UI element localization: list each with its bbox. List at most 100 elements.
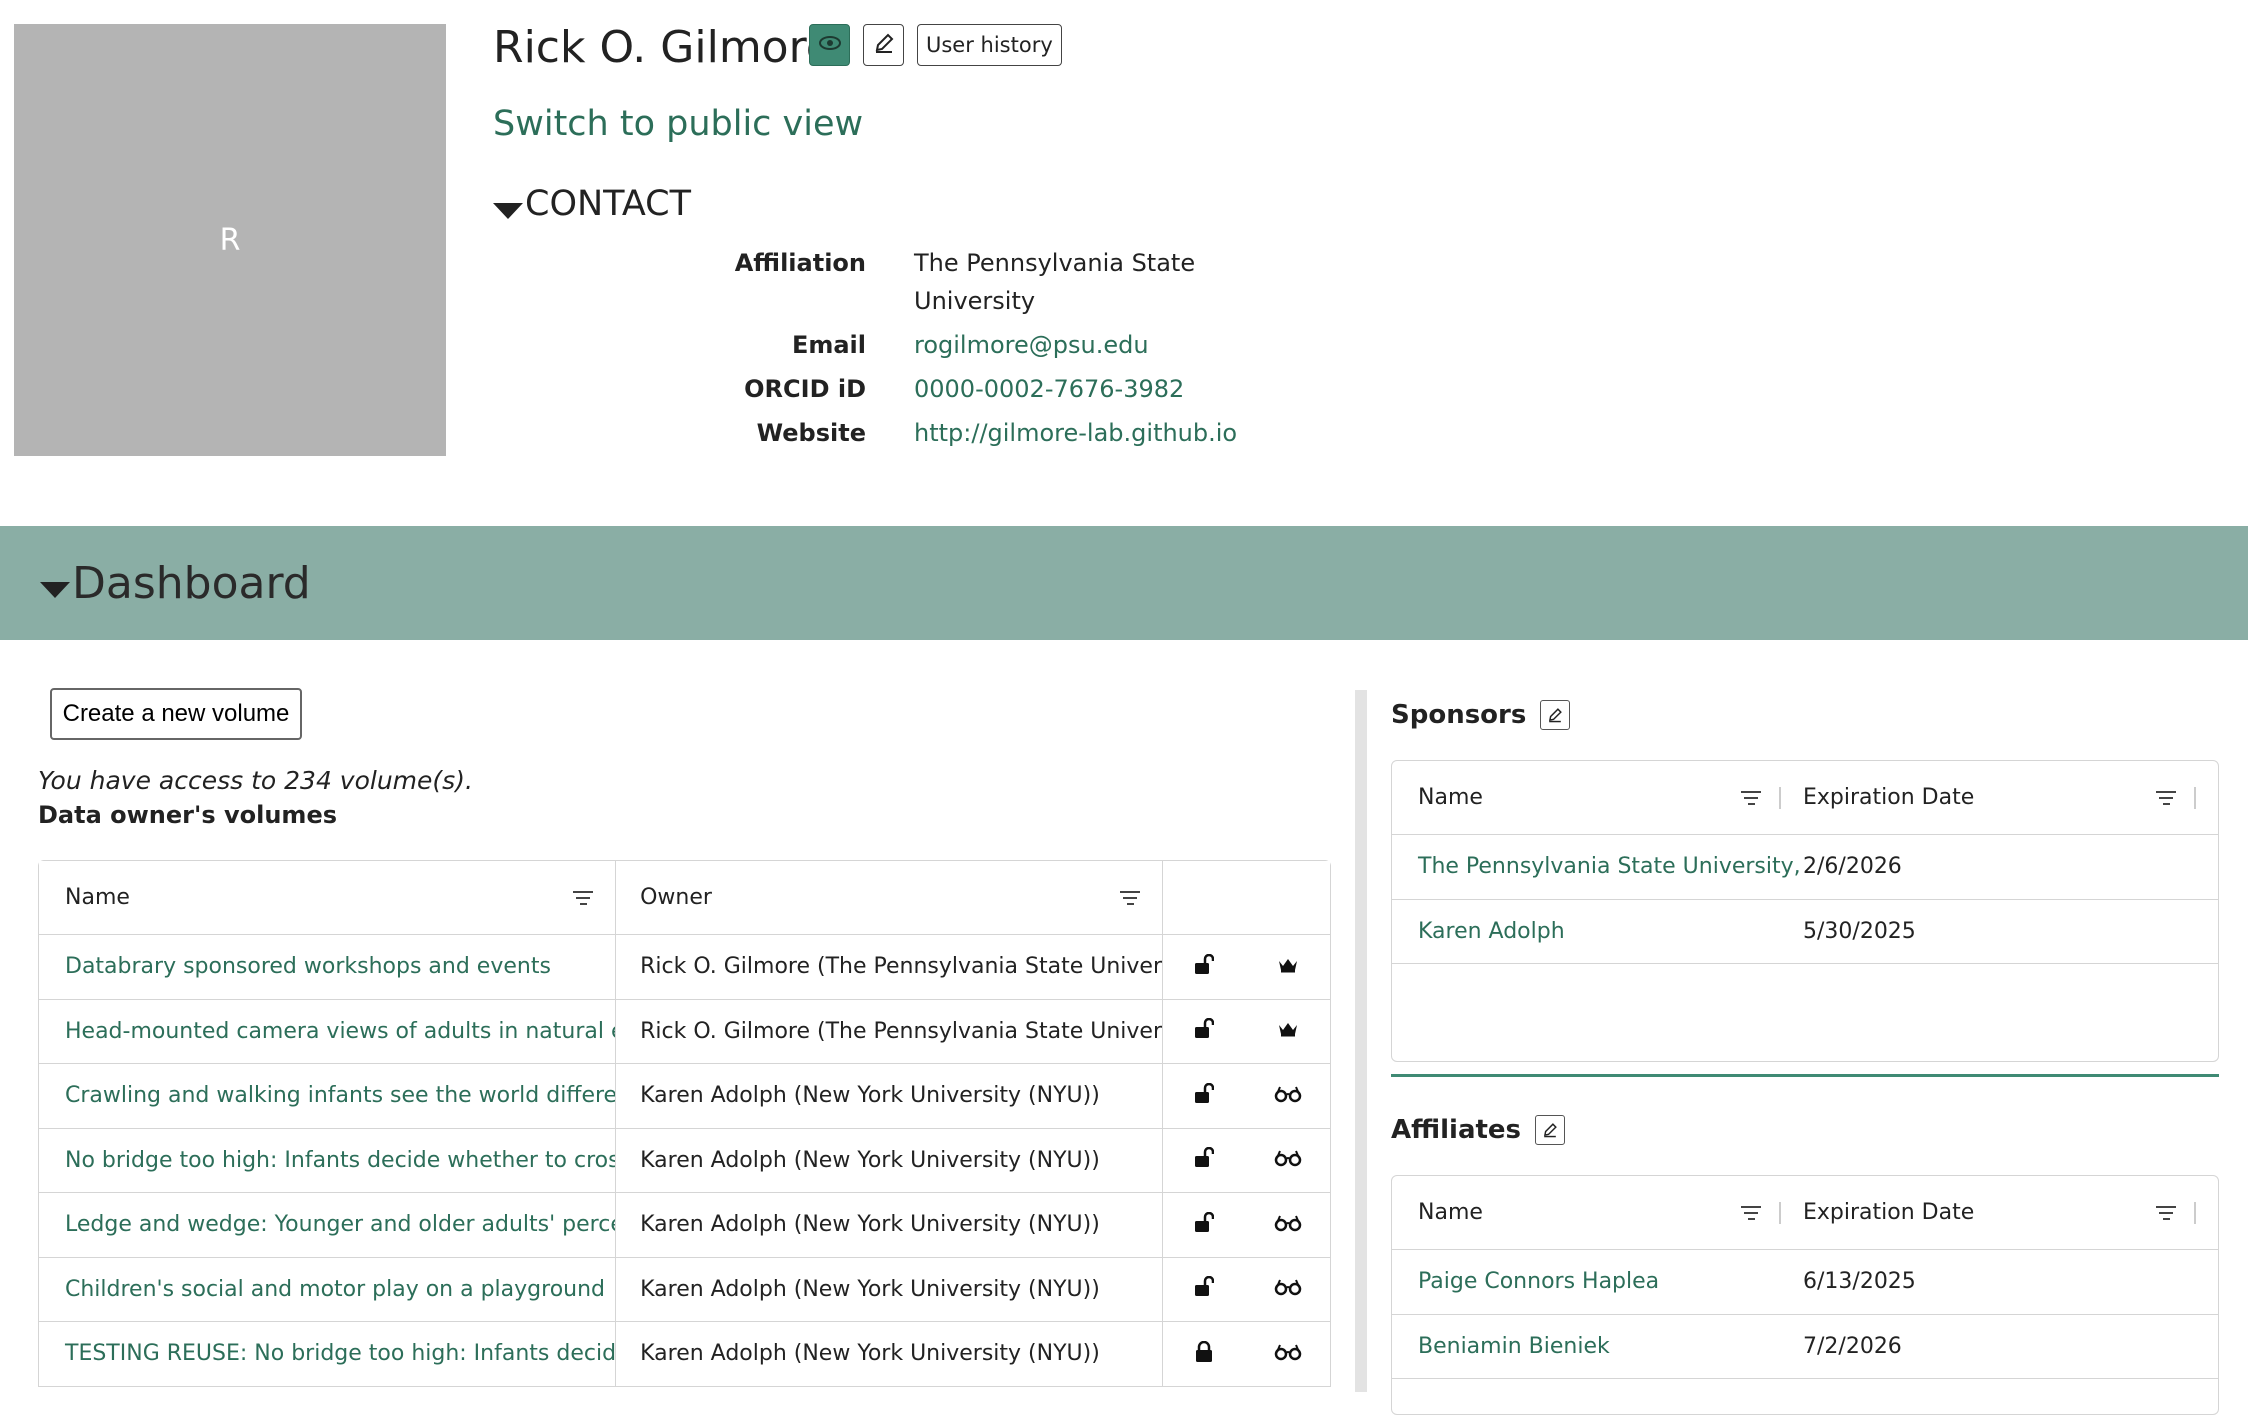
volume-owner: Karen Adolph (New York University (NYU)) bbox=[616, 1128, 1164, 1192]
switch-public-view-link[interactable]: Switch to public view bbox=[493, 104, 863, 144]
table-row: Beniamin Bieniek 7/2/2026 bbox=[1392, 1315, 2218, 1379]
unlock-icon bbox=[1194, 1147, 1215, 1173]
expiration-date: 7/2/2026 bbox=[1803, 1333, 1902, 1359]
affiliation-label: Affiliation bbox=[734, 249, 866, 277]
sponsors-table: Name Expiration Date The Pennsylvania St… bbox=[1391, 760, 2219, 1062]
volume-name-link[interactable]: Ledge and wedge: Younger and older adult… bbox=[65, 1212, 615, 1237]
section-divider bbox=[1391, 1074, 2219, 1077]
expiration-date: 2/6/2026 bbox=[1803, 854, 1902, 880]
orcid-label: ORCID iD bbox=[744, 375, 866, 403]
person-link[interactable]: Beniamin Bieniek bbox=[1418, 1334, 1610, 1359]
affiliates-table: Name Expiration Date Paige Connors Haple… bbox=[1391, 1175, 2219, 1415]
volume-name-link[interactable]: Children's social and motor play on a pl… bbox=[65, 1277, 605, 1302]
volume-owner: Rick O. Gilmore (The Pennsylvania State … bbox=[616, 999, 1164, 1063]
expiration-date: 6/13/2025 bbox=[1803, 1269, 1916, 1295]
profile-name: Rick O. Gilmore bbox=[493, 22, 833, 73]
filter-icon[interactable] bbox=[2156, 790, 2176, 805]
table-row: Databrary sponsored workshops and events… bbox=[39, 935, 1330, 1000]
glasses-icon bbox=[1274, 1278, 1302, 1300]
table-row: Children's social and motor play on a pl… bbox=[39, 1257, 1330, 1322]
column-header-access bbox=[1163, 861, 1245, 934]
caret-down-icon bbox=[493, 203, 523, 219]
affiliation-value-line2: University bbox=[914, 287, 1036, 315]
volume-name-link[interactable]: Databrary sponsored workshops and events bbox=[65, 954, 551, 979]
avatar: R bbox=[14, 24, 446, 456]
table-row: Head-mounted camera views of adults in n… bbox=[39, 999, 1330, 1064]
glasses-icon bbox=[1274, 1149, 1302, 1171]
dashboard-bar: Dashboard bbox=[0, 526, 2248, 640]
pencil-icon bbox=[873, 32, 895, 58]
website-label: Website bbox=[756, 419, 866, 447]
volume-owner: Karen Adolph (New York University (NYU)) bbox=[616, 1322, 1164, 1386]
pencil-icon bbox=[1544, 1123, 1557, 1138]
affiliates-title-row: Affiliates bbox=[1391, 1115, 1566, 1145]
volumes-table-header: Name Owner bbox=[39, 861, 1330, 935]
filter-icon[interactable] bbox=[1741, 1205, 1761, 1220]
person-link[interactable]: The Pennsylvania State University, Unive… bbox=[1418, 854, 1803, 879]
panel-divider bbox=[1355, 690, 1367, 1392]
column-header-role bbox=[1245, 861, 1330, 934]
column-header-expiration[interactable]: Expiration Date bbox=[1803, 1176, 2218, 1249]
owner-volumes-title: Data owner's volumes bbox=[38, 801, 338, 829]
table-row: No bridge too high: Infants decide wheth… bbox=[39, 1128, 1330, 1193]
dashboard-title: Dashboard bbox=[72, 557, 311, 609]
contact-heading: CONTACT bbox=[525, 184, 691, 224]
edit-sponsors-button[interactable] bbox=[1540, 700, 1571, 730]
volume-owner: Karen Adolph (New York University (NYU)) bbox=[616, 1257, 1164, 1321]
lock-icon bbox=[1195, 1340, 1213, 1367]
filter-icon[interactable] bbox=[1120, 890, 1141, 905]
sponsors-table-header: Name Expiration Date bbox=[1392, 761, 2218, 835]
glasses-icon bbox=[1274, 1085, 1302, 1107]
create-volume-button[interactable]: Create a new volume bbox=[50, 688, 302, 740]
glasses-icon bbox=[1274, 1214, 1302, 1236]
unlock-icon bbox=[1194, 1211, 1215, 1238]
sponsors-title: Sponsors bbox=[1391, 700, 1527, 730]
unlock-icon bbox=[1194, 1082, 1215, 1109]
person-link[interactable]: Karen Adolph bbox=[1418, 919, 1565, 944]
email-label: Email bbox=[791, 331, 866, 359]
crown-icon bbox=[1277, 1021, 1299, 1041]
volume-name-link[interactable]: No bridge too high: Infants decide wheth… bbox=[65, 1148, 615, 1173]
sponsors-title-row: Sponsors bbox=[1391, 700, 1571, 730]
volume-name-link[interactable]: Crawling and walking infants see the wor… bbox=[65, 1083, 615, 1108]
person-link[interactable]: Paige Connors Haplea bbox=[1418, 1269, 1659, 1294]
filter-icon[interactable] bbox=[573, 890, 594, 905]
column-header-name[interactable]: Name bbox=[1392, 1176, 1803, 1249]
user-history-button[interactable]: User history bbox=[917, 24, 1062, 66]
table-row: Ledge and wedge: Younger and older adult… bbox=[39, 1193, 1330, 1258]
unlock-icon bbox=[1194, 1276, 1215, 1302]
affiliation-value: The Pennsylvania State bbox=[914, 249, 1196, 277]
contact-toggle[interactable]: CONTACT bbox=[493, 184, 691, 224]
orcid-link[interactable]: 0000-0002-7676-3982 bbox=[914, 375, 1184, 403]
affiliates-table-header: Name Expiration Date bbox=[1392, 1176, 2218, 1250]
dashboard-toggle[interactable]: Dashboard bbox=[40, 558, 311, 609]
table-row: The Pennsylvania State University, Unive… bbox=[1392, 835, 2218, 900]
column-header-name[interactable]: Name bbox=[1392, 761, 1803, 834]
caret-down-icon bbox=[40, 582, 70, 598]
email-link[interactable]: rogilmore@psu.edu bbox=[914, 331, 1149, 359]
column-header-expiration[interactable]: Expiration Date bbox=[1803, 761, 2218, 834]
volume-name-link[interactable]: Head-mounted camera views of adults in n… bbox=[65, 1019, 615, 1044]
affiliates-title: Affiliates bbox=[1391, 1115, 1522, 1145]
filter-icon[interactable] bbox=[1741, 790, 1761, 805]
website-link[interactable]: http://gilmore-lab.github.io bbox=[914, 419, 1237, 447]
volume-name-link[interactable]: TESTING REUSE: No bridge too high: Infan… bbox=[65, 1341, 615, 1366]
table-row: Crawling and walking infants see the wor… bbox=[39, 1064, 1330, 1129]
edit-affiliates-button[interactable] bbox=[1535, 1115, 1566, 1145]
pencil-icon bbox=[1549, 708, 1563, 723]
eye-icon bbox=[818, 35, 842, 55]
glasses-icon bbox=[1274, 1343, 1302, 1365]
volume-owner: Karen Adolph (New York University (NYU)) bbox=[616, 1064, 1164, 1128]
column-header-owner[interactable]: Owner bbox=[616, 861, 1164, 934]
table-row: TESTING REUSE: No bridge too high: Infan… bbox=[39, 1322, 1330, 1387]
filter-icon[interactable] bbox=[2156, 1205, 2176, 1220]
volumes-table: Name Owner Databrary sponsored workshops… bbox=[38, 860, 1331, 1387]
volume-owner: Rick O. Gilmore (The Pennsylvania State … bbox=[616, 935, 1164, 999]
edit-profile-button[interactable] bbox=[863, 24, 904, 66]
column-header-name[interactable]: Name bbox=[39, 861, 617, 934]
access-count-text: You have access to 234 volume(s). bbox=[38, 766, 473, 795]
expiration-date: 5/30/2025 bbox=[1803, 918, 1916, 944]
view-button[interactable] bbox=[809, 24, 850, 66]
table-row: Karen Adolph 5/30/2025 bbox=[1392, 900, 2218, 964]
table-row: Paige Connors Haplea 6/13/2025 bbox=[1392, 1250, 2218, 1315]
